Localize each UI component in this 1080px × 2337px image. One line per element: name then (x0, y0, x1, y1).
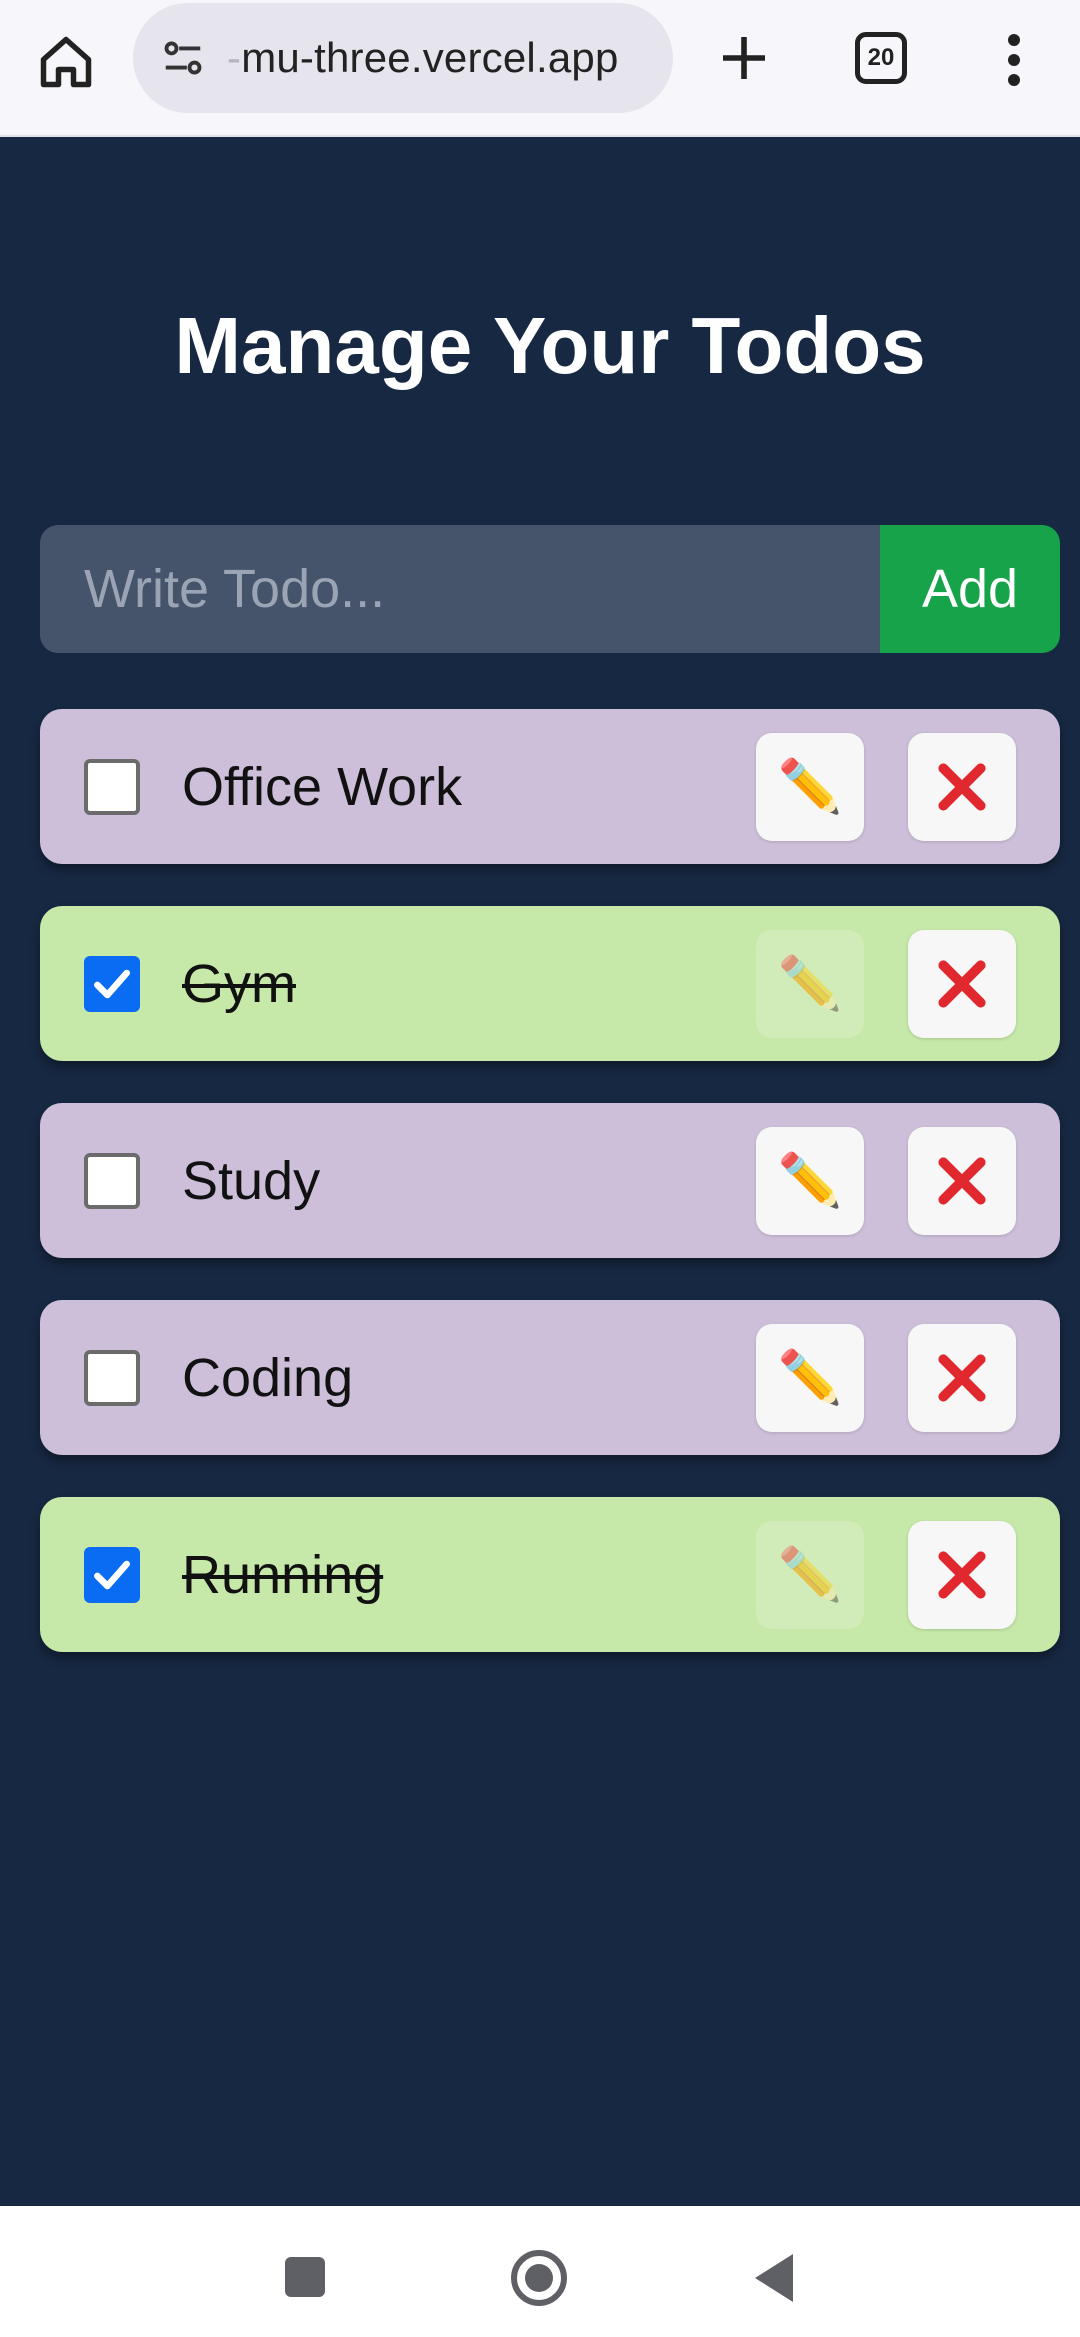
cross-icon (938, 960, 986, 1008)
delete-button[interactable] (908, 1521, 1016, 1629)
pencil-icon: ✏️ (777, 1546, 843, 1604)
cross-icon (938, 1354, 986, 1402)
tune-icon[interactable] (157, 32, 209, 84)
edit-button[interactable]: ✏️ (756, 1127, 864, 1235)
todo-input[interactable] (40, 525, 880, 653)
cross-icon (938, 763, 986, 811)
pencil-icon: ✏️ (777, 955, 843, 1013)
edit-button[interactable]: ✏️ (756, 1521, 864, 1629)
todo-checkbox[interactable] (84, 1546, 140, 1603)
todo-item: Coding ✏️ (40, 1300, 1060, 1455)
todo-list: Office Work ✏️ Gym ✏️ Study ✏️ Coding ✏️… (40, 709, 1060, 1694)
todo-checkbox[interactable] (84, 758, 140, 815)
delete-button[interactable] (908, 733, 1016, 841)
plus-icon (723, 37, 765, 79)
url-text: -mu-three.vercel.app (227, 34, 619, 82)
edit-button[interactable]: ✏️ (756, 1324, 864, 1432)
todo-item: Office Work ✏️ (40, 709, 1060, 864)
todo-item: Study ✏️ (40, 1103, 1060, 1258)
todo-checkbox[interactable] (84, 955, 140, 1012)
todo-item: Gym ✏️ (40, 906, 1060, 1061)
cross-icon (938, 1157, 986, 1205)
edit-button[interactable]: ✏️ (756, 930, 864, 1038)
pencil-icon: ✏️ (777, 758, 843, 816)
home-button[interactable] (30, 26, 102, 98)
check-icon (94, 1560, 130, 1589)
todo-text: Study (182, 1150, 321, 1211)
home-circle-icon[interactable] (511, 2250, 567, 2306)
edit-button[interactable]: ✏️ (756, 733, 864, 841)
tab-count: 20 (867, 44, 895, 71)
address-bar[interactable]: -mu-three.vercel.app (133, 3, 673, 113)
tab-switcher-icon[interactable]: 20 (855, 32, 907, 84)
pencil-icon: ✏️ (777, 1152, 843, 1210)
todo-text: Office Work (182, 756, 463, 817)
todo-text: Gym (182, 953, 296, 1014)
check-icon (94, 969, 130, 998)
url-prefix: - (227, 34, 242, 81)
add-todo-form: Add (40, 525, 1060, 653)
new-tab-button[interactable] (708, 22, 780, 94)
cross-icon (938, 1551, 986, 1599)
todo-text: Running (182, 1544, 384, 1605)
todo-text: Coding (182, 1347, 354, 1408)
todo-item: Running ✏️ (40, 1497, 1060, 1652)
delete-button[interactable] (908, 1127, 1016, 1235)
url-host: mu-three.vercel.app (241, 34, 619, 81)
pencil-icon: ✏️ (777, 1349, 843, 1407)
home-dot (525, 2264, 553, 2292)
delete-button[interactable] (908, 1324, 1016, 1432)
page-title: Manage Your Todos (174, 301, 926, 390)
todo-checkbox[interactable] (84, 1349, 140, 1406)
add-button[interactable]: Add (880, 525, 1060, 653)
browser-toolbar: -mu-three.vercel.app 20 (0, 0, 1080, 137)
back-icon[interactable] (755, 2254, 793, 2302)
delete-button[interactable] (908, 930, 1016, 1038)
system-navigation-bar (0, 2206, 1080, 2337)
recents-icon[interactable] (285, 2257, 325, 2297)
todo-checkbox[interactable] (84, 1152, 140, 1209)
more-vert-icon[interactable] (990, 24, 1038, 96)
home-icon (40, 36, 92, 88)
